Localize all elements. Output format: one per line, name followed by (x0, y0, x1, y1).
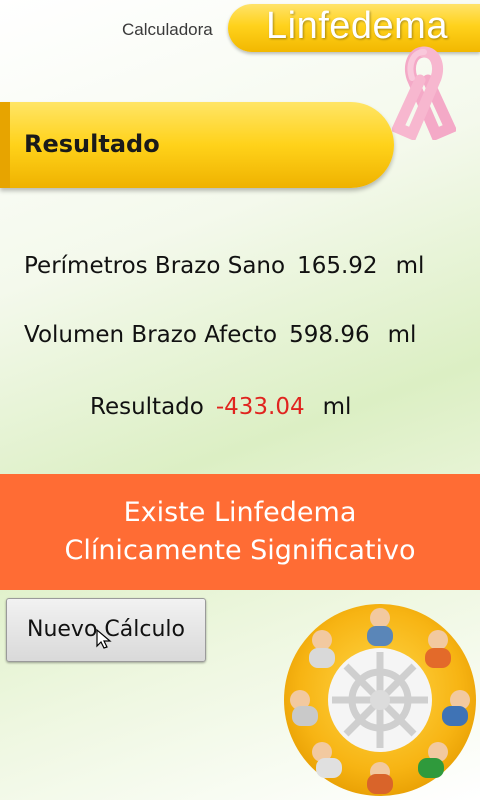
affected-arm-label: Volumen Brazo Afecto (24, 322, 278, 348)
healthy-arm-unit: ml (395, 253, 425, 279)
app-subtitle: Calculadora (122, 20, 213, 39)
pink-ribbon-icon (392, 46, 456, 140)
result-row: Resultado -433.04 ml (90, 394, 351, 420)
healthy-arm-value: 165.92 (297, 253, 378, 279)
affected-arm-volume-row: Volumen Brazo Afecto 598.96 ml (24, 322, 416, 348)
verdict-banner: Existe Linfedema Clínicamente Significat… (0, 474, 480, 590)
result-value: -433.04 (215, 394, 305, 420)
team-circle-icon (284, 604, 476, 796)
result-unit: ml (322, 394, 352, 420)
cursor-icon (96, 628, 112, 649)
result-section-label: Resultado (24, 130, 160, 158)
verdict-line-2: Clínicamente Significativo (64, 535, 416, 566)
app-header: Calculadora Linfedema (0, 0, 480, 140)
affected-arm-value: 598.96 (289, 322, 370, 348)
result-label: Resultado (90, 394, 204, 420)
verdict-line-1: Existe Linfedema (123, 497, 357, 528)
healthy-arm-label: Perímetros Brazo Sano (24, 253, 286, 279)
app-title: Linfedema (266, 5, 448, 47)
affected-arm-unit: ml (387, 322, 417, 348)
healthy-arm-perimeter-row: Perímetros Brazo Sano 165.92 ml (24, 253, 424, 279)
result-section-tab: Resultado (0, 102, 394, 188)
